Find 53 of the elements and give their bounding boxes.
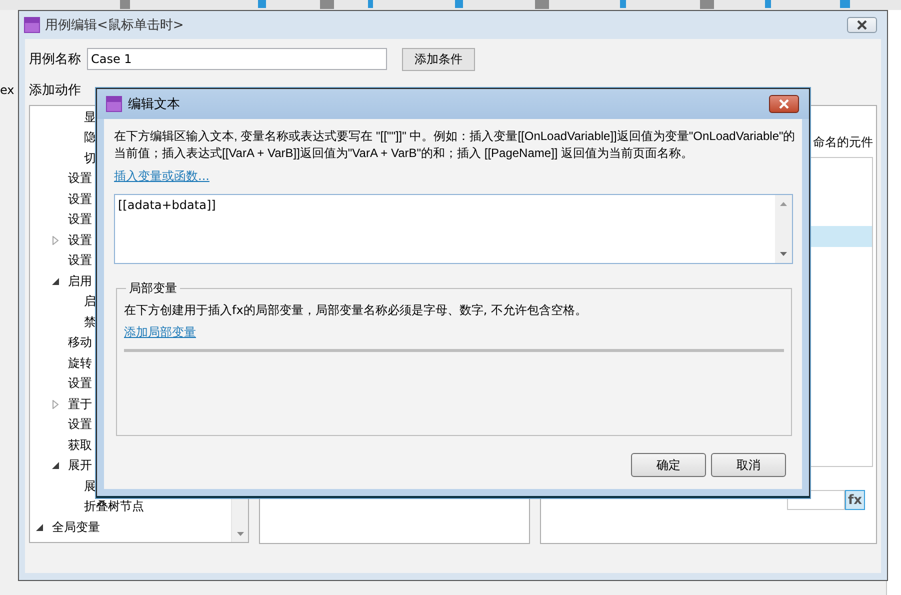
tree-item[interactable]: 展开 bbox=[68, 457, 92, 474]
collapsed-arrow-icon[interactable] bbox=[51, 400, 60, 409]
window-title: 用例编辑<鼠标单击时> bbox=[45, 17, 184, 34]
hint-text: 在下方创建用于插入fx的局部变量，局部变量名称必须是字母、数字, 不允许包含空格。 bbox=[124, 302, 588, 319]
tree-item[interactable]: 启用 bbox=[68, 272, 92, 290]
app-logo-icon bbox=[106, 96, 122, 112]
tree-item[interactable]: 设置 bbox=[68, 211, 92, 228]
expanded-arrow-icon[interactable] bbox=[35, 522, 44, 532]
expression-input-field[interactable]: [[adata+bdata]] bbox=[114, 194, 793, 264]
selected-list-row[interactable] bbox=[808, 226, 872, 247]
widget-name-text: 命名的元件 bbox=[813, 134, 873, 151]
tree-item[interactable]: 切 bbox=[84, 150, 96, 167]
scroll-down-icon[interactable] bbox=[237, 532, 244, 536]
tree-item[interactable]: 设置 bbox=[68, 252, 92, 270]
column-heading: 添加动作 bbox=[29, 82, 82, 99]
tree-item[interactable]: 设置 bbox=[68, 416, 92, 434]
close-button[interactable] bbox=[769, 95, 799, 113]
tree-item[interactable]: 启 bbox=[84, 293, 96, 310]
add-local-variable-link[interactable]: 添加局部变量 bbox=[124, 324, 196, 341]
tree-item[interactable]: 置于 bbox=[68, 396, 92, 413]
app-logo-icon bbox=[24, 17, 40, 33]
scroll-up-icon[interactable] bbox=[780, 202, 787, 206]
group-title: 局部变量 bbox=[128, 280, 178, 297]
collapsed-arrow-icon[interactable] bbox=[51, 236, 60, 245]
tree-item[interactable]: 设置 bbox=[68, 375, 92, 392]
expanded-arrow-icon[interactable] bbox=[51, 276, 60, 286]
tree-item[interactable]: 展 bbox=[84, 478, 96, 495]
cancel-button[interactable]: 取消 bbox=[711, 453, 786, 477]
insert-variable-link[interactable]: 插入变量或函数... bbox=[114, 168, 210, 185]
case-name-label: 用例名称 bbox=[29, 51, 81, 68]
expanded-arrow-icon[interactable] bbox=[51, 461, 60, 470]
tree-item[interactable]: 设置 bbox=[68, 170, 92, 188]
add-condition-button[interactable]: 添加条件 bbox=[402, 48, 475, 70]
dialog-title: 编辑文本 bbox=[128, 96, 180, 113]
background-text: ex bbox=[0, 83, 14, 97]
tree-item[interactable]: 获取 bbox=[68, 436, 92, 454]
tree-item[interactable]: 全局变量 bbox=[52, 518, 100, 536]
tree-item[interactable]: 旋转 bbox=[68, 354, 92, 372]
ok-button[interactable]: 确定 bbox=[631, 453, 706, 477]
tree-item[interactable]: 设置 bbox=[68, 190, 92, 208]
function-button[interactable]: fx bbox=[845, 490, 865, 510]
case-name-field[interactable]: Case 1 bbox=[87, 48, 387, 70]
tree-item[interactable]: 设置 bbox=[68, 232, 92, 249]
tree-item[interactable]: 隐 bbox=[84, 129, 96, 146]
close-icon[interactable] bbox=[856, 20, 868, 30]
tree-item[interactable]: 移动 bbox=[68, 334, 92, 352]
tree-item[interactable]: 折叠树节点 bbox=[84, 498, 144, 516]
tree-item[interactable]: 显 bbox=[84, 108, 96, 126]
instructions-text: 在下方编辑区输入文本, 变量名称或表达式要写在 "[[""]]" 中。例如：插入变量[[OnLoadVariable]]返回值为变量"OnLoadVariable"的当前值；插入表达式[[VarA + VarB]]返回值为"VarA + VarB"的和；插入 [[PageName]] 返回值为当前页面名称。 bbox=[114, 128, 796, 162]
scrollbar[interactable] bbox=[775, 195, 792, 263]
close-button[interactable] bbox=[847, 17, 877, 33]
scroll-down-icon[interactable] bbox=[780, 252, 787, 256]
tree-item[interactable]: 禁 bbox=[84, 314, 96, 331]
